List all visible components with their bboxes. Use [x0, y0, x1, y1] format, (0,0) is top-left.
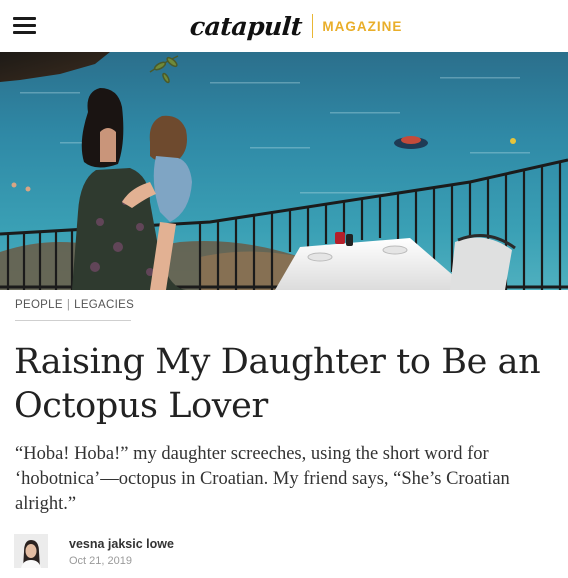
author-avatar[interactable] — [14, 534, 48, 568]
byline: vesna jaksic lowe Oct 21, 2019 — [14, 534, 554, 574]
article-title: Raising My Daughter to Be an Octopus Lov… — [14, 342, 541, 426]
menu-bar — [13, 24, 36, 27]
category-separator: | — [66, 299, 71, 311]
logo-divider — [311, 14, 314, 38]
category-link-legacies[interactable]: LEGACIES — [74, 299, 134, 311]
logo-section-label: MAGAZINE — [322, 18, 403, 34]
site-logo[interactable]: catapult MAGAZINE — [188, 8, 403, 44]
menu-bar — [13, 31, 36, 34]
hero-image — [0, 52, 568, 290]
author-name[interactable]: vesna jaksic lowe — [69, 537, 174, 551]
menu-bar — [13, 17, 36, 20]
category-link-people[interactable]: PEOPLE — [15, 299, 63, 311]
publish-date: Oct 21, 2019 — [69, 555, 132, 567]
site-header: catapult MAGAZINE — [0, 0, 568, 53]
hamburger-menu-icon[interactable] — [13, 15, 37, 35]
article-dek: “Hoba! Hoba!” my daughter screeches, usi… — [15, 444, 510, 514]
category-breadcrumb: PEOPLE | LEGACIES — [15, 299, 134, 321]
logo-wordmark: catapult — [188, 11, 303, 41]
